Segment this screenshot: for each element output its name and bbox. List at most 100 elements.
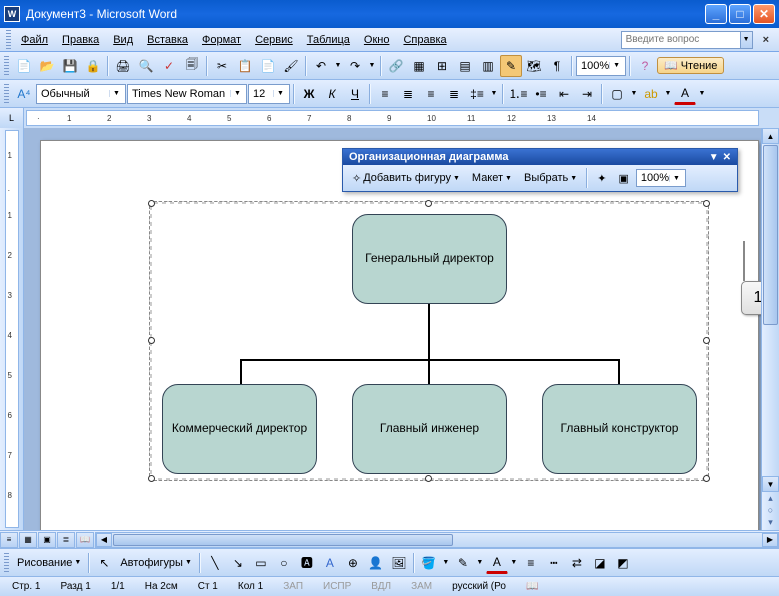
align-center-button[interactable]: ≣ [397,83,419,105]
docmap-button[interactable]: 🗺 [523,55,545,77]
orgchart-toolbar-drop[interactable]: ▼ [709,152,719,163]
preview-button[interactable]: 🔍 [135,55,157,77]
save-button[interactable]: 💾 [59,55,81,77]
oval-button[interactable]: ○ [273,552,295,574]
fontcolor-draw-dropdown[interactable]: ▼ [509,559,519,566]
select-button[interactable]: Выбрать ▼ [519,170,582,186]
redo-button[interactable]: ↷ [344,55,366,77]
status-ext[interactable]: ВДЛ [365,581,397,592]
clipart-button[interactable]: 👤 [365,552,387,574]
spell-button[interactable]: ✓ [158,55,180,77]
layout-button[interactable]: Макет ▼ [467,170,517,186]
line-color-button[interactable]: ✎ [452,552,474,574]
view-web-button[interactable]: ▦ [19,532,37,548]
status-lang[interactable]: русский (Ро [446,581,512,592]
styles-pane-button[interactable]: A⁴ [13,83,35,105]
bullet-list-button[interactable]: •≡ [530,83,552,105]
rect-button[interactable]: ▭ [250,552,272,574]
menu-tools[interactable]: Сервис [248,31,300,49]
textwrap-button[interactable]: ▣ [613,170,633,187]
status-rec[interactable]: ЗАП [277,581,309,592]
status-spellcheck-icon[interactable]: 📖 [520,581,544,592]
scroll-right-button[interactable]: ▶ [762,533,778,547]
drawing-menu[interactable]: Рисование ▼ [13,557,85,569]
align-right-button[interactable]: ≡ [420,83,442,105]
horizontal-ruler[interactable]: ·1 23 45 67 89 1011 1213 14 [26,110,759,126]
autoformat-button[interactable]: ✦ [592,170,611,187]
view-outline-button[interactable]: ≣ [57,532,75,548]
menu-insert[interactable]: Вставка [140,31,195,49]
status-ovr[interactable]: ЗАМ [405,581,438,592]
numbered-list-button[interactable]: ⒈≡ [507,83,529,105]
new-button[interactable]: 📄 [13,55,35,77]
excel-button[interactable]: ▤ [454,55,476,77]
toolbar-handle[interactable] [4,84,9,104]
menu-view[interactable]: Вид [106,31,140,49]
print-button[interactable]: 🖨 [112,55,134,77]
horizontal-scrollbar[interactable]: ◀ ▶ [95,532,779,548]
orgchart-toolbar-title[interactable]: Организационная диаграмма ▼✕ [343,149,737,165]
shadow-button[interactable]: ◪ [589,552,611,574]
orgchart-toolbar-close[interactable]: ✕ [723,152,731,163]
drawing-button[interactable]: ✎ [500,55,522,77]
style-combo[interactable]: Обычный▼ [36,84,126,104]
highlight-dropdown[interactable]: ▼ [663,90,673,97]
3d-button[interactable]: ◩ [612,552,634,574]
add-shape-button[interactable]: ✧ Добавить фигуру ▼ [347,170,465,187]
help-search-dropdown[interactable]: ▼ [741,31,753,49]
open-button[interactable]: 📂 [36,55,58,77]
border-button[interactable]: ▢ [606,83,628,105]
document-page[interactable]: Организационная диаграмма ▼✕ ✧ Добавить … [40,140,759,530]
fontsize-combo[interactable]: 12▼ [248,84,290,104]
font-color-dropdown[interactable]: ▼ [697,90,707,97]
autoshapes-menu[interactable]: Автофигуры ▼ [116,557,196,569]
cut-button[interactable]: ✂ [211,55,233,77]
menu-edit[interactable]: Правка [55,31,106,49]
arrow-style-button[interactable]: ⇄ [566,552,588,574]
bold-button[interactable]: Ж [298,83,320,105]
browse-object-button[interactable]: ○ [762,504,779,516]
tables-borders-button[interactable]: ▦ [408,55,430,77]
justify-button[interactable]: ≣ [443,83,465,105]
increase-indent-button[interactable]: ⇥ [576,83,598,105]
copy-button[interactable]: 📋 [234,55,256,77]
toolbar-handle[interactable] [4,553,9,573]
textbox-button[interactable]: 🅰 [296,552,318,574]
research-button[interactable]: 🗐 [181,55,203,77]
orgchart-zoom-combo[interactable]: 100%▼ [636,169,686,187]
node-child3[interactable]: Главный конструктор [542,384,697,474]
view-normal-button[interactable]: ≡ [0,532,18,548]
arrow-button[interactable]: ↘ [227,552,249,574]
menu-table[interactable]: Таблица [300,31,357,49]
reading-mode-button[interactable]: 📖 Чтение [657,57,724,74]
align-left-button[interactable]: ≡ [374,83,396,105]
vertical-ruler[interactable]: 1· 12 34 56 78 [5,130,19,528]
select-arrow-button[interactable]: ↖ [93,552,115,574]
border-dropdown[interactable]: ▼ [629,90,639,97]
columns-button[interactable]: ▥ [477,55,499,77]
doc-close-button[interactable]: × [759,34,773,46]
decrease-indent-button[interactable]: ⇤ [553,83,575,105]
orgchart-frame[interactable]: Генеральный директор Коммерческий директ… [149,201,709,481]
node-root[interactable]: Генеральный директор [352,214,507,304]
line-button[interactable]: ╲ [204,552,226,574]
underline-button[interactable]: Ч [344,83,366,105]
page-viewport[interactable]: Организационная диаграмма ▼✕ ✧ Добавить … [24,128,779,530]
redo-dropdown[interactable]: ▼ [367,62,377,69]
wordart-button[interactable]: A [319,552,341,574]
vertical-scrollbar[interactable]: ▲ ▼ ▴ ○ ▾ [761,128,779,530]
dash-style-button[interactable]: ┅ [543,552,565,574]
toolbar-handle[interactable] [4,56,9,76]
node-child1[interactable]: Коммерческий директор [162,384,317,474]
fill-dropdown[interactable]: ▼ [441,559,451,566]
undo-dropdown[interactable]: ▼ [333,62,343,69]
close-button[interactable]: ✕ [753,4,775,24]
format-painter[interactable]: 🖌 [280,55,302,77]
toolbar-handle[interactable] [6,30,11,50]
menu-window[interactable]: Окно [357,31,397,49]
linecolor-dropdown[interactable]: ▼ [475,559,485,566]
highlight-button[interactable]: ab [640,83,662,105]
fill-color-button[interactable]: 🪣 [418,552,440,574]
line-spacing-button[interactable]: ‡≡ [466,83,488,105]
menu-file[interactable]: Файл [14,31,55,49]
